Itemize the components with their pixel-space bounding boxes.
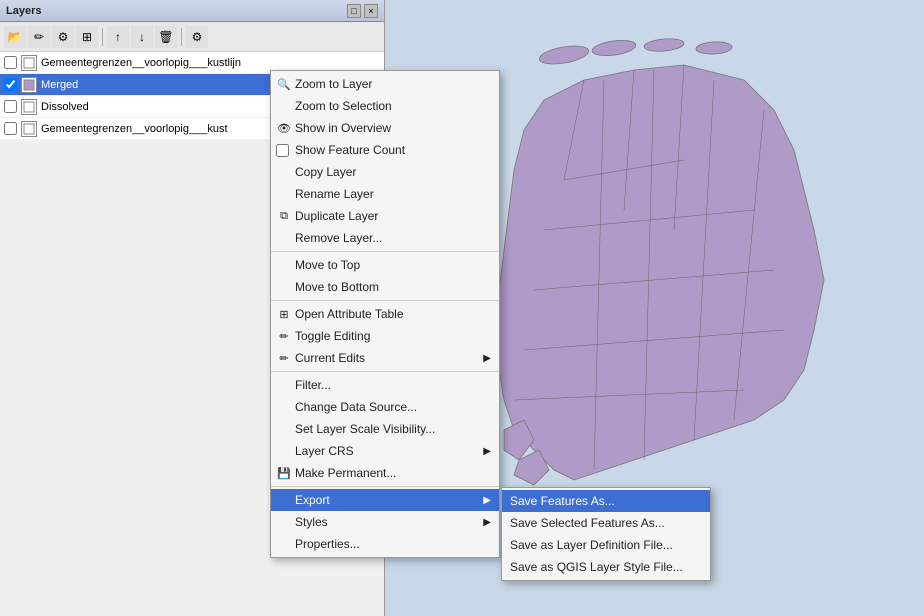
remove-button[interactable]: 🗑	[155, 26, 177, 48]
layer-checkbox-kust[interactable]	[4, 122, 17, 135]
export-submenu: Save Features As... Save Selected Featur…	[501, 487, 711, 581]
menu-toggle-editing-label: Toggle Editing	[295, 329, 370, 343]
submenu-save-layer-definition[interactable]: Save as Layer Definition File...	[502, 534, 710, 556]
attribute-table-icon: ⊞	[276, 306, 292, 322]
menu-separator-1	[271, 251, 499, 252]
submenu-save-features-as-label: Save Features As...	[510, 494, 615, 508]
menu-export[interactable]: Export ▶	[271, 489, 499, 511]
submenu-save-qgis-style[interactable]: Save as QGIS Layer Style File...	[502, 556, 710, 578]
styles-arrow: ▶	[483, 517, 491, 528]
menu-make-permanent-label: Make Permanent...	[295, 466, 396, 480]
menu-properties[interactable]: Properties...	[271, 533, 499, 555]
menu-set-layer-scale-label: Set Layer Scale Visibility...	[295, 422, 435, 436]
menu-current-edits-label: Current Edits	[295, 351, 365, 365]
submenu-save-features-as[interactable]: Save Features As...	[502, 490, 710, 512]
move-up-button[interactable]: ↑	[107, 26, 129, 48]
layer-checkbox-kustlijn[interactable]	[4, 56, 17, 69]
make-permanent-icon: 💾	[276, 465, 292, 481]
menu-copy-layer[interactable]: Copy Layer	[271, 161, 499, 183]
menu-duplicate-layer[interactable]: ⧉ Duplicate Layer	[271, 205, 499, 227]
layer-name-kustlijn: Gemeentegrenzen__voorlopig___kustlijn	[41, 57, 241, 69]
menu-properties-label: Properties...	[295, 537, 360, 551]
menu-remove-layer[interactable]: Remove Layer...	[271, 227, 499, 249]
menu-duplicate-layer-label: Duplicate Layer	[295, 209, 378, 223]
menu-open-attribute-table[interactable]: ⊞ Open Attribute Table	[271, 303, 499, 325]
layers-toolbar: 📂 ✏ ⚙ ⊞ ↑ ↓ 🗑 ⚙	[0, 22, 384, 52]
settings-button[interactable]: ⚙	[186, 26, 208, 48]
menu-copy-layer-label: Copy Layer	[295, 165, 356, 179]
menu-filter-label: Filter...	[295, 378, 331, 392]
menu-set-layer-scale[interactable]: Set Layer Scale Visibility...	[271, 418, 499, 440]
layer-name-dissolved: Dissolved	[41, 101, 89, 113]
filter-button[interactable]: ⚙	[52, 26, 74, 48]
layers-titlebar: Layers □ ×	[0, 0, 384, 22]
menu-change-data-source[interactable]: Change Data Source...	[271, 396, 499, 418]
menu-styles[interactable]: Styles ▶	[271, 511, 499, 533]
submenu-save-layer-definition-label: Save as Layer Definition File...	[510, 538, 673, 552]
open-layer-button[interactable]: 📂	[4, 26, 26, 48]
menu-rename-layer-label: Rename Layer	[295, 187, 374, 201]
toolbar-separator-2	[181, 28, 182, 46]
menu-separator-2	[271, 300, 499, 301]
menu-move-to-bottom[interactable]: Move to Bottom	[271, 276, 499, 298]
menu-styles-label: Styles	[295, 515, 328, 529]
menu-show-in-overview[interactable]: 👁 Show in Overview	[271, 117, 499, 139]
menu-show-in-overview-label: Show in Overview	[295, 121, 391, 135]
menu-open-attribute-table-label: Open Attribute Table	[295, 307, 404, 321]
show-overview-icon: 👁	[276, 120, 292, 136]
menu-show-feature-count[interactable]: Show Feature Count	[271, 139, 499, 161]
menu-make-permanent[interactable]: 💾 Make Permanent...	[271, 462, 499, 484]
menu-zoom-to-selection-label: Zoom to Selection	[295, 99, 392, 113]
close-button[interactable]: ×	[364, 4, 378, 18]
submenu-save-qgis-style-label: Save as QGIS Layer Style File...	[510, 560, 683, 574]
digitize-button[interactable]: ✏	[28, 26, 50, 48]
menu-remove-layer-label: Remove Layer...	[295, 231, 382, 245]
toggle-editing-icon: ✏	[276, 328, 292, 344]
toolbar-separator-1	[102, 28, 103, 46]
layers-title: Layers	[6, 5, 41, 17]
menu-toggle-editing[interactable]: ✏ Toggle Editing	[271, 325, 499, 347]
layer-name-merged: Merged	[41, 79, 78, 91]
menu-layer-crs-label: Layer CRS	[295, 444, 354, 458]
menu-zoom-to-layer-label: Zoom to Layer	[295, 77, 372, 91]
show-feature-count-checkbox[interactable]	[276, 144, 289, 157]
layer-icon-dissolved	[21, 99, 37, 115]
current-edits-icon: ✏	[276, 350, 292, 366]
menu-filter[interactable]: Filter...	[271, 374, 499, 396]
menu-move-to-top-label: Move to Top	[295, 258, 360, 272]
menu-move-to-bottom-label: Move to Bottom	[295, 280, 379, 294]
context-menu: 🔍 Zoom to Layer Zoom to Selection 👁 Show…	[270, 70, 500, 558]
layer-icon-kust	[21, 121, 37, 137]
menu-change-data-source-label: Change Data Source...	[295, 400, 417, 414]
submenu-save-selected-features[interactable]: Save Selected Features As...	[502, 512, 710, 534]
minimize-button[interactable]: □	[347, 4, 361, 18]
zoom-to-layer-icon: 🔍	[276, 76, 292, 92]
layer-checkbox-merged[interactable]	[4, 78, 17, 91]
current-edits-arrow: ▶	[483, 353, 491, 364]
menu-rename-layer[interactable]: Rename Layer	[271, 183, 499, 205]
menu-layer-crs[interactable]: Layer CRS ▶	[271, 440, 499, 462]
menu-zoom-to-selection[interactable]: Zoom to Selection	[271, 95, 499, 117]
submenu-save-selected-features-label: Save Selected Features As...	[510, 516, 665, 530]
move-down-button[interactable]: ↓	[131, 26, 153, 48]
menu-show-feature-count-label: Show Feature Count	[295, 143, 405, 157]
export-item-wrapper: Export ▶ Save Features As... Save Select…	[271, 489, 499, 511]
export-arrow: ▶	[483, 495, 491, 506]
layer-crs-arrow: ▶	[483, 446, 491, 457]
layer-icon-kustlijn	[21, 55, 37, 71]
expand-all-button[interactable]: ⊞	[76, 26, 98, 48]
titlebar-controls: □ ×	[347, 4, 378, 18]
duplicate-layer-icon: ⧉	[276, 208, 292, 224]
menu-separator-4	[271, 486, 499, 487]
menu-move-to-top[interactable]: Move to Top	[271, 254, 499, 276]
menu-separator-3	[271, 371, 499, 372]
layer-checkbox-dissolved[interactable]	[4, 100, 17, 113]
menu-current-edits[interactable]: ✏ Current Edits ▶	[271, 347, 499, 369]
layer-icon-merged	[21, 77, 37, 93]
menu-zoom-to-layer[interactable]: 🔍 Zoom to Layer	[271, 73, 499, 95]
layer-name-kust: Gemeentegrenzen__voorlopig___kust	[41, 123, 228, 135]
menu-export-label: Export	[295, 493, 330, 507]
